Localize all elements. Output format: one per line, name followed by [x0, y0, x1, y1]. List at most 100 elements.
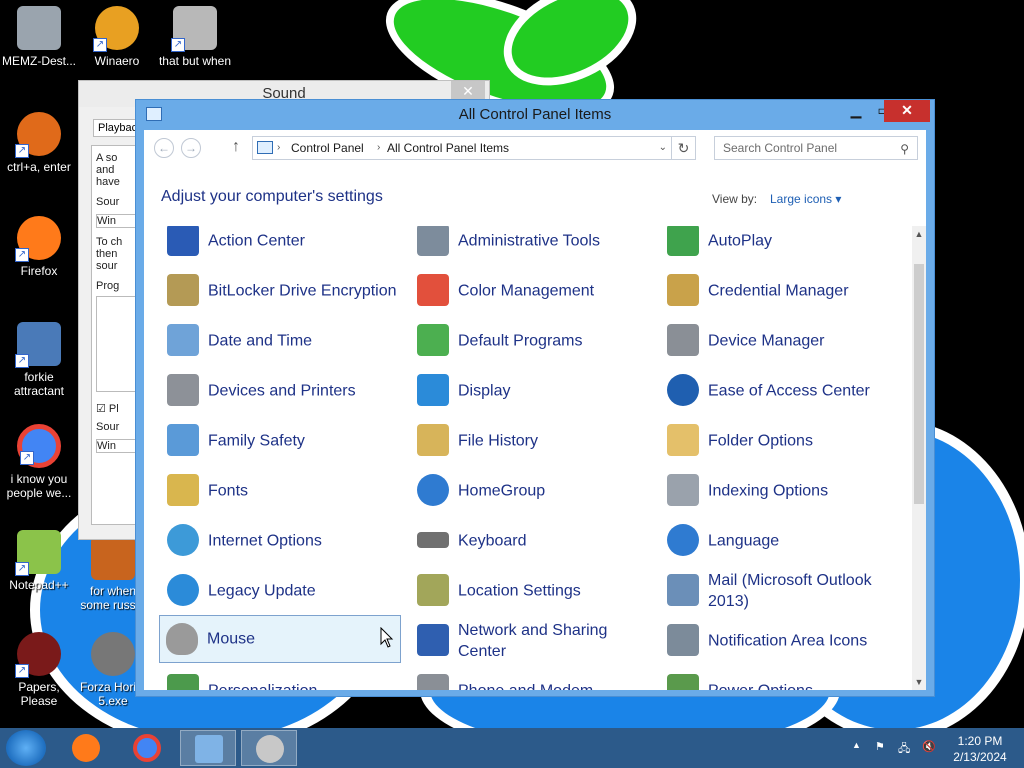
- item-label: Language: [708, 532, 780, 550]
- item-family-safety[interactable]: Family Safety: [161, 417, 403, 465]
- desktop-icon-winaero[interactable]: ↗ Winaero Tweaker: [78, 6, 156, 68]
- refresh-icon[interactable]: ↻: [671, 137, 695, 159]
- item-mail[interactable]: Mail (Microsoft Outlook 2013): [661, 567, 903, 615]
- item-indexing-options[interactable]: Indexing Options: [661, 467, 903, 515]
- taskbar-chrome[interactable]: [119, 730, 175, 766]
- firefox-icon: ↗: [15, 216, 61, 262]
- location-icon: [417, 574, 449, 606]
- item-mouse[interactable]: Mouse: [159, 615, 401, 663]
- up-button[interactable]: ↑: [232, 138, 240, 156]
- desktop-icon-notepadpp[interactable]: ↗ Notepad++: [0, 530, 78, 592]
- item-folder-options[interactable]: Folder Options: [661, 417, 903, 465]
- control-panel-content: ← → ↑ › Control Panel › All Control Pane…: [144, 130, 926, 690]
- vertical-scrollbar[interactable]: ▲ ▼: [912, 226, 926, 690]
- volume-muted-icon[interactable]: 🔇: [922, 740, 936, 753]
- clock-date: 2/13/2024: [953, 750, 1007, 764]
- item-credential-manager[interactable]: Credential Manager: [661, 267, 903, 315]
- item-internet-options[interactable]: Internet Options: [161, 517, 403, 565]
- search-icon[interactable]: ⚲: [900, 138, 909, 160]
- scroll-thumb[interactable]: [914, 264, 924, 504]
- item-device-manager[interactable]: Device Manager: [661, 317, 903, 365]
- control-panel-window[interactable]: All Control Panel Items ▁ ▭ ✕ ← → ↑ › Co…: [135, 99, 935, 697]
- flag-icon[interactable]: ⚑: [875, 740, 885, 753]
- item-location-settings[interactable]: Location Settings: [411, 567, 653, 615]
- desktop-icon-ctrl-a[interactable]: ↗ ctrl+a, enter: [0, 112, 78, 174]
- item-language[interactable]: Language: [661, 517, 903, 565]
- item-label: Mail (Microsoft Outlook 2013): [708, 572, 872, 610]
- homegroup-icon: [417, 474, 449, 506]
- item-network-sharing[interactable]: Network and Sharing Center: [411, 617, 653, 665]
- item-keyboard[interactable]: Keyboard: [411, 517, 653, 565]
- control-panel-icon: [257, 141, 273, 154]
- item-label: Notification Area Icons: [708, 632, 868, 650]
- titlebar[interactable]: All Control Panel Items ▁ ▭ ✕: [136, 100, 934, 130]
- item-homegroup[interactable]: HomeGroup: [411, 467, 653, 515]
- item-label: Color Management: [458, 282, 595, 300]
- item-bitlocker[interactable]: BitLocker Drive Encryption: [161, 267, 403, 315]
- folder-icon: [667, 424, 699, 456]
- sound-close-button[interactable]: ✕: [451, 81, 485, 101]
- desktop-icon-firefox[interactable]: ↗ Firefox: [0, 216, 78, 278]
- item-file-history[interactable]: File History: [411, 417, 653, 465]
- desktop-icon-label: i know you people we...: [6, 472, 72, 500]
- item-notification-icons[interactable]: Notification Area Icons: [661, 617, 903, 665]
- taskbar-sound[interactable]: [241, 730, 297, 766]
- desktop-icon-label: Firefox: [20, 264, 58, 278]
- scroll-down-icon[interactable]: ▼: [912, 674, 926, 690]
- network-icon[interactable]: 🖧: [898, 740, 910, 759]
- desktop-icon-that-but-when[interactable]: ↗ that but when: [156, 6, 234, 68]
- search-input[interactable]: Search Control Panel ⚲: [714, 136, 918, 160]
- desktop-icon-forkie[interactable]: ↗ forkie attractant: [0, 322, 78, 398]
- desktop-icon-label: MEMZ-Dest...: [2, 54, 76, 68]
- item-color-management[interactable]: Color Management: [411, 267, 653, 315]
- vault-icon: [667, 274, 699, 306]
- item-date-time[interactable]: Date and Time: [161, 317, 403, 365]
- desktop-icon-memz[interactable]: MEMZ-Dest...: [0, 6, 78, 68]
- back-button[interactable]: ←: [154, 138, 174, 158]
- breadcrumb-all-items[interactable]: All Control Panel Items: [387, 137, 509, 159]
- calendar-clock-icon: [167, 324, 199, 356]
- shortcut-arrow-icon: ↗: [15, 664, 29, 678]
- show-hidden-icons[interactable]: ▲: [852, 740, 861, 750]
- control-panel-icon: [195, 735, 223, 763]
- item-label: Action Center: [208, 232, 305, 250]
- item-fonts[interactable]: Fonts: [161, 467, 403, 515]
- item-label: Phone and Modem: [458, 681, 593, 691]
- flash-icon: [91, 632, 135, 676]
- minimize-button[interactable]: ▁: [842, 100, 870, 122]
- item-power-options[interactable]: Power Options: [661, 667, 903, 690]
- item-ease-of-access[interactable]: Ease of Access Center: [661, 367, 903, 415]
- desktop-icon-papers-please[interactable]: ↗ Papers, Please: [0, 632, 78, 708]
- forward-button[interactable]: →: [181, 138, 201, 158]
- color-icon: [417, 274, 449, 306]
- item-label: Display: [458, 382, 511, 400]
- start-button[interactable]: [6, 730, 46, 766]
- item-phone-modem[interactable]: Phone and Modem: [411, 667, 653, 690]
- desktop-icon-label: that but when: [158, 54, 232, 68]
- address-bar[interactable]: › Control Panel › All Control Panel Item…: [252, 136, 696, 160]
- desktop-icon-chrome[interactable]: ↗ i know you people we...: [0, 424, 78, 500]
- firefox-icon: [72, 734, 100, 762]
- breadcrumb-control-panel[interactable]: Control Panel: [291, 137, 364, 159]
- item-legacy-update[interactable]: Legacy Update: [161, 567, 403, 615]
- item-display[interactable]: Display: [411, 367, 653, 415]
- chevron-down-icon[interactable]: ⌄: [659, 137, 667, 159]
- item-default-programs[interactable]: Default Programs: [411, 317, 653, 365]
- shortcut-arrow-icon: ↗: [93, 38, 107, 52]
- clock[interactable]: 1:20 PM 2/13/2024: [950, 733, 1010, 765]
- item-personalization[interactable]: Personalization: [161, 667, 403, 690]
- item-label: Date and Time: [208, 332, 313, 350]
- admin-tools-icon: [417, 226, 449, 256]
- papers-please-icon: ↗: [15, 632, 61, 678]
- update-icon: [167, 574, 199, 606]
- item-administrative-tools[interactable]: Administrative Tools: [411, 226, 653, 265]
- accessibility-icon: [667, 374, 699, 406]
- item-devices-printers[interactable]: Devices and Printers: [161, 367, 403, 415]
- scroll-up-icon[interactable]: ▲: [912, 226, 926, 242]
- taskbar-control-panel[interactable]: [180, 730, 236, 766]
- view-by-dropdown[interactable]: Large icons ▾: [770, 192, 841, 206]
- item-action-center[interactable]: Action Center: [161, 226, 403, 265]
- taskbar-firefox[interactable]: [58, 730, 114, 766]
- close-button[interactable]: ✕: [884, 100, 930, 122]
- item-autoplay[interactable]: AutoPlay: [661, 226, 903, 265]
